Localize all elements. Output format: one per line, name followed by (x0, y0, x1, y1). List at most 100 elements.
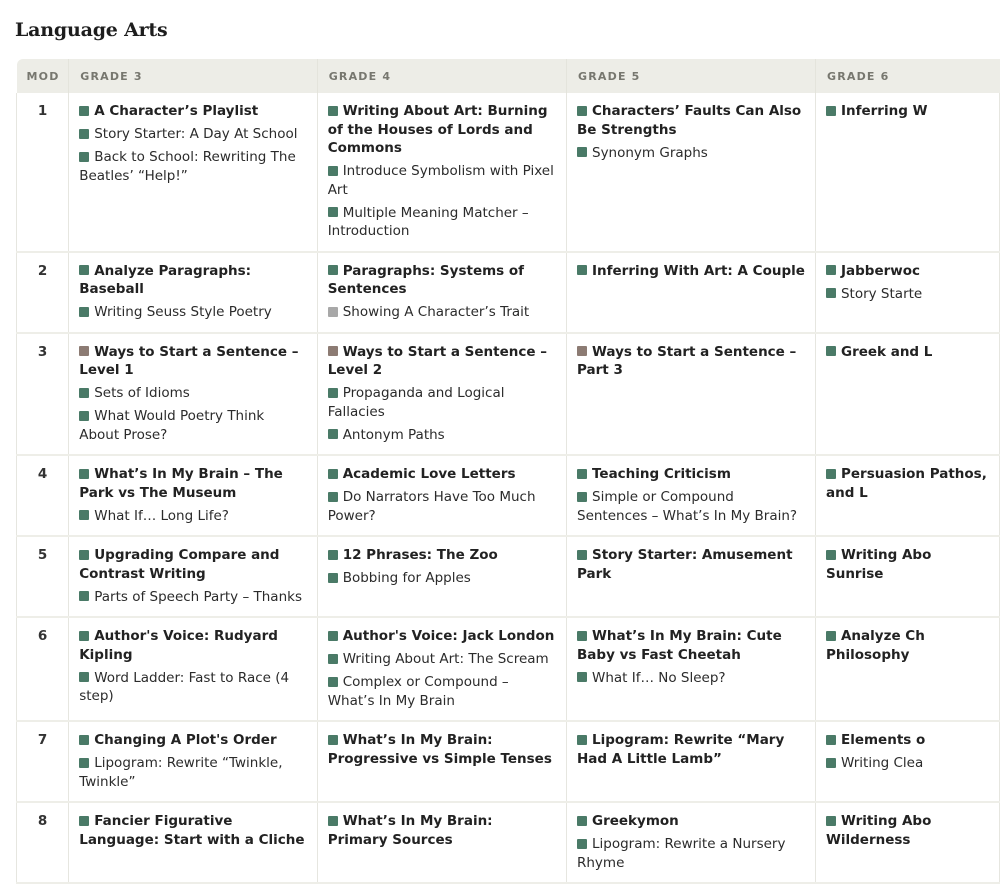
lesson-link[interactable]: Inferring W (825, 102, 989, 121)
status-square-icon (327, 734, 338, 745)
grade-cell: What’s In My Brain – The Park vs The Mus… (68, 455, 318, 537)
lesson-link[interactable]: Paragraphs: Systems of Sentences (327, 262, 556, 299)
table-row: 7 Changing A Plot's Order Lipogram: Rewrit… (15, 721, 1000, 803)
lesson-link[interactable]: Introduce Symbolism with Pixel Art (327, 162, 556, 199)
lesson-title: What Would Poetry Think About Prose? (79, 408, 265, 443)
grade-cell: Jabberwoc Story Starte (815, 251, 1000, 334)
lesson-link[interactable]: Story Starter: Amusement Park (577, 546, 805, 583)
lesson-link[interactable]: Writing Clea (825, 754, 989, 773)
lesson-link[interactable]: Word Ladder: Fast to Race (4 step) (79, 669, 306, 706)
lesson-link[interactable]: Sets of Idioms (79, 384, 306, 403)
lesson-link[interactable]: What If… Long Life? (79, 507, 306, 526)
table-row: 6 Author's Voice: Rudyard Kipling Word Lad… (15, 617, 1000, 722)
grade-cell: Fancier Figurative Language: Start with … (68, 802, 318, 884)
lesson-link[interactable]: Antonym Paths (327, 426, 556, 445)
status-square-icon (577, 346, 587, 356)
lesson-link[interactable]: Persuasion Pathos, and L (825, 465, 989, 502)
lesson-link[interactable]: Changing A Plot's Order (79, 731, 306, 750)
grade-cell: Analyze Paragraphs: Baseball Writing Seus… (68, 251, 318, 334)
lesson-link[interactable]: Academic Love Letters (327, 465, 556, 484)
status-square-icon (577, 815, 587, 826)
lesson-link[interactable]: Teaching Criticism (577, 465, 805, 484)
lesson-link[interactable]: What’s In My Brain: Progressive vs Simpl… (327, 731, 556, 768)
lesson-link[interactable]: Analyze Ch Philosophy (825, 627, 989, 664)
status-square-icon (577, 468, 587, 479)
lesson-link[interactable]: Characters’ Faults Can Also Be Strengths (577, 102, 805, 139)
lesson-link[interactable]: Lipogram: Rewrite “Twinkle, Twinkle” (79, 754, 306, 791)
lesson-link[interactable]: Simple or Compound Sentences – What’s In… (577, 488, 805, 525)
lesson-title: Elements o (840, 732, 926, 748)
status-square-icon (79, 410, 90, 421)
lesson-link[interactable]: What’s In My Brain – The Park vs The Mus… (79, 465, 306, 502)
lesson-link[interactable]: 12 Phrases: The Zoo (327, 546, 556, 565)
lesson-link[interactable]: Parts of Speech Party – Thanks (79, 588, 306, 607)
lesson-link[interactable]: Ways to Start a Sentence – Level 1 (79, 343, 306, 380)
status-square-icon (577, 734, 587, 745)
status-square-icon (79, 630, 90, 641)
lesson-link[interactable]: Back to School: Rewriting The Beatles’ “… (79, 148, 306, 185)
lesson-link[interactable]: Writing Seuss Style Poetry (79, 303, 306, 322)
lesson-title: Teaching Criticism (592, 466, 731, 482)
status-square-icon (79, 549, 90, 560)
lesson-link[interactable]: Propaganda and Logical Fallacies (327, 384, 556, 421)
lesson-title: Back to School: Rewriting The Beatles’ “… (79, 149, 296, 184)
lesson-link[interactable]: Fancier Figurative Language: Start with … (79, 812, 306, 849)
lesson-title: Inferring With Art: A Couple (592, 262, 805, 279)
status-square-icon (825, 265, 836, 275)
lesson-link[interactable]: Do Narrators Have Too Much Power? (327, 488, 556, 525)
lesson-link[interactable]: Greek and L (825, 343, 989, 362)
lesson-link[interactable]: Lipogram: Rewrite “Mary Had A Little Lam… (577, 731, 805, 768)
lesson-link[interactable]: Writing Abo Wilderness (825, 812, 989, 849)
lesson-link[interactable]: Jabberwoc (825, 262, 989, 281)
lesson-link[interactable]: Writing Abo Sunrise (825, 546, 989, 583)
lesson-link[interactable]: A Character’s Playlist (79, 102, 306, 121)
lesson-link[interactable]: Upgrading Compare and Contrast Writing (79, 546, 306, 583)
curriculum-table-container: MOD GRADE 3 GRADE 4 GRADE 5 GRADE 6 1A C… (15, 59, 1000, 884)
lesson-title: What’s In My Brain: Cute Baby vs Fast Ch… (577, 628, 782, 663)
lesson-link[interactable]: Elements o (825, 731, 989, 750)
lesson-link[interactable]: Inferring With Art: A Couple (577, 262, 805, 281)
lesson-link[interactable]: Ways to Start a Sentence – Part 3 (577, 343, 805, 380)
lesson-link[interactable]: Synonym Graphs (577, 144, 805, 163)
status-square-icon (79, 468, 90, 479)
column-header-grade-6: GRADE 6 (815, 59, 1000, 93)
status-square-icon (79, 151, 90, 162)
lesson-link[interactable]: Analyze Paragraphs: Baseball (79, 262, 306, 299)
status-square-icon (577, 838, 587, 849)
grade-cell: Greek and L (815, 332, 1000, 456)
status-square-icon (79, 591, 90, 601)
grade-cell: Author's Voice: Jack London Writing About… (317, 617, 568, 722)
lesson-link[interactable]: Greekymon (577, 812, 805, 831)
lesson-title: Ways to Start a Sentence – Level 2 (327, 343, 547, 379)
lesson-title: Simple or Compound Sentences – What’s In… (577, 489, 798, 524)
lesson-link[interactable]: Lipogram: Rewrite a Nursery Rhyme (577, 835, 805, 872)
lesson-link[interactable]: Author's Voice: Jack London (327, 627, 556, 646)
lesson-link[interactable]: Writing About Art: The Scream (327, 650, 556, 669)
grade-cell: Characters’ Faults Can Also Be Strengths… (566, 93, 816, 253)
lesson-link[interactable]: Ways to Start a Sentence – Level 2 (327, 343, 556, 380)
lesson-link[interactable]: Writing About Art: Burning of the Houses… (327, 102, 556, 158)
lesson-title: Writing Clea (840, 755, 924, 771)
status-square-icon (825, 734, 836, 745)
status-square-icon (79, 510, 90, 520)
mod-number: 5 (15, 536, 70, 618)
lesson-title: Lipogram: Rewrite “Twinkle, Twinkle” (79, 755, 283, 790)
lesson-link[interactable]: Author's Voice: Rudyard Kipling (79, 627, 306, 664)
grade-cell: Ways to Start a Sentence – Level 1 Sets o… (68, 332, 318, 456)
lesson-link[interactable]: Multiple Meaning Matcher – Introduction (327, 204, 556, 241)
lesson-link[interactable]: Story Starte (825, 285, 989, 304)
lesson-link[interactable]: What Would Poetry Think About Prose? (79, 407, 306, 444)
lesson-link[interactable]: Story Starter: A Day At School (79, 125, 306, 144)
column-header-grade-5: GRADE 5 (566, 59, 816, 93)
lesson-link[interactable]: Bobbing for Apples (327, 569, 556, 588)
lesson-link[interactable]: What If… No Sleep? (577, 669, 805, 688)
lesson-link[interactable]: What’s In My Brain: Cute Baby vs Fast Ch… (577, 627, 805, 664)
status-square-icon (825, 815, 836, 826)
status-square-icon (825, 346, 836, 356)
lesson-title: Showing A Character’s Trait (342, 304, 530, 320)
status-square-icon (577, 549, 587, 560)
lesson-link[interactable]: What’s In My Brain: Primary Sources (327, 812, 556, 849)
lesson-link[interactable]: Showing A Character’s Trait (327, 303, 556, 322)
status-square-icon (327, 815, 338, 826)
lesson-link[interactable]: Complex or Compound – What’s In My Brain (327, 673, 556, 710)
